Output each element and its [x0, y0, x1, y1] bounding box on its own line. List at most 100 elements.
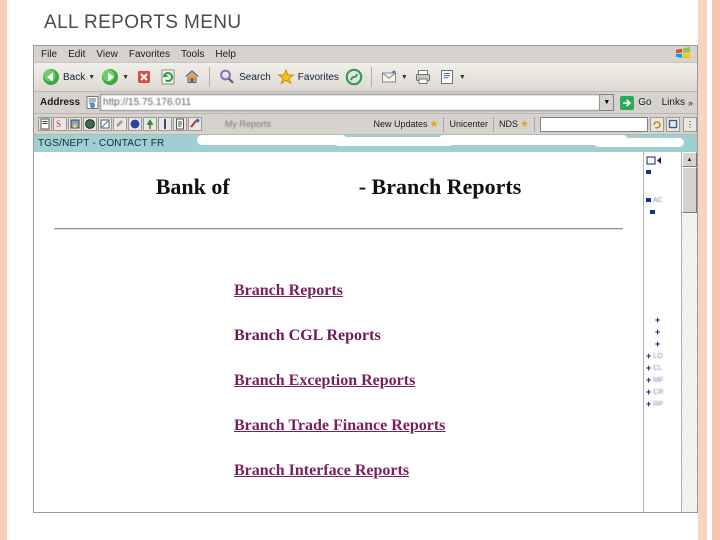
search-button-label: Search: [239, 71, 271, 83]
address-label: Address: [40, 97, 81, 108]
toolbar2-icon-6[interactable]: [113, 117, 127, 131]
new-updates-button[interactable]: New Updates ★: [373, 119, 438, 130]
redaction-block-2: [334, 137, 454, 146]
report-links-list: Branch Reports Branch CGL Reports Branch…: [34, 282, 643, 480]
mail-icon: [380, 68, 398, 86]
tree-item-label: AC: [653, 196, 663, 204]
scrollbar-thumb[interactable]: [682, 167, 697, 213]
link-branch-trade-finance-reports[interactable]: Branch Trade Finance Reports: [234, 417, 445, 435]
tree-item-4[interactable]: +: [644, 326, 681, 338]
mail-button[interactable]: ▼: [377, 65, 411, 89]
frame-stripe-left-inner: [7, 0, 12, 540]
search-icon: [218, 68, 236, 86]
tree-item-3[interactable]: +: [644, 314, 681, 326]
edit-page-button[interactable]: ▼: [435, 65, 469, 89]
toolbar2-icon-11[interactable]: [188, 117, 202, 131]
scroll-up-button[interactable]: ▲: [682, 152, 697, 167]
menu-item-file[interactable]: File: [41, 49, 57, 60]
redaction-block-4: [594, 138, 684, 147]
mail-dropdown-icon[interactable]: ▼: [401, 74, 408, 81]
unicenter-button[interactable]: Unicenter: [449, 119, 488, 129]
forward-button[interactable]: ▼: [98, 65, 132, 89]
toolbar2-icon-5[interactable]: [98, 117, 112, 131]
print-button[interactable]: [411, 65, 435, 89]
nds-label: NDS: [499, 119, 519, 129]
go-button[interactable]: Go: [619, 95, 652, 111]
media-button[interactable]: [342, 65, 366, 89]
address-dropdown-icon[interactable]: ▼: [599, 94, 615, 111]
custom-toolbar-overflow-button[interactable]: ⋮: [683, 116, 697, 132]
chevron-double-right-icon[interactable]: »: [688, 98, 693, 108]
favorites-button-label: Favorites: [297, 71, 339, 83]
edit-dropdown-icon[interactable]: ▼: [459, 74, 466, 81]
media-icon: [345, 68, 363, 86]
custom-toolbar-separator-1: [443, 116, 445, 132]
toolbar2-icon-1[interactable]: [38, 117, 52, 131]
back-button-label: Back: [63, 71, 86, 83]
link-branch-cgl-reports[interactable]: Branch CGL Reports: [234, 327, 381, 345]
forward-arrow-icon: [101, 68, 119, 86]
tree-expand-icon[interactable]: +: [646, 351, 651, 361]
link-branch-reports[interactable]: Branch Reports: [234, 282, 343, 300]
menu-item-help[interactable]: Help: [215, 49, 236, 60]
toolbar2-icon-3[interactable]: [68, 117, 82, 131]
vertical-scrollbar[interactable]: ▲ ▼: [681, 152, 697, 512]
refresh-button[interactable]: [156, 65, 180, 89]
forward-dropdown-icon[interactable]: ▼: [122, 74, 129, 81]
toolbar2-icon-9[interactable]: [158, 117, 172, 131]
tree-collapse-icon: [646, 156, 661, 165]
home-button[interactable]: [180, 65, 204, 89]
toolbar-separator-2: [370, 67, 372, 87]
tree-item-2[interactable]: [644, 206, 681, 218]
address-input[interactable]: http://15.75.176.011: [100, 94, 600, 111]
toolbar2-icon-7[interactable]: [128, 117, 142, 131]
tree-item-5[interactable]: +: [644, 338, 681, 350]
menu-bar: File Edit View Favorites Tools Help: [34, 46, 697, 63]
search-button[interactable]: Search: [215, 65, 274, 89]
browser-content-area: Bank of - Branch Reports Branch Reports …: [34, 152, 697, 512]
tree-expand-icon[interactable]: +: [655, 339, 660, 349]
menu-item-favorites[interactable]: Favorites: [129, 49, 170, 60]
stop-button[interactable]: [132, 65, 156, 89]
status-banner-text: TGS/NEPT - CONTACT FR: [38, 138, 165, 149]
menu-item-tools[interactable]: Tools: [181, 49, 204, 60]
tree-expand-icon[interactable]: +: [646, 399, 651, 409]
tree-item-8[interactable]: + MF: [644, 374, 681, 386]
favorites-button[interactable]: Favorites: [274, 65, 342, 89]
tree-item-label: RP: [653, 400, 663, 408]
toolbar2-icon-2[interactable]: S: [53, 117, 67, 131]
tree-expand-icon[interactable]: +: [655, 315, 660, 325]
scrollbar-track[interactable]: [682, 213, 697, 512]
custom-search-undo-button[interactable]: [650, 116, 664, 132]
tree-item-9[interactable]: + CR: [644, 386, 681, 398]
nds-star-icon: ★: [520, 118, 529, 130]
toolbar2-icon-4[interactable]: [83, 117, 97, 131]
tree-expand-icon[interactable]: +: [646, 375, 651, 385]
horizontal-rule: [54, 228, 623, 230]
tree-expand-icon[interactable]: +: [646, 387, 651, 397]
nds-button[interactable]: NDS ★: [499, 119, 529, 130]
tree-item-7[interactable]: + CL: [644, 362, 681, 374]
toolbar-separator-1: [209, 67, 211, 87]
link-branch-exception-reports[interactable]: Branch Exception Reports: [234, 372, 415, 390]
back-button[interactable]: Back ▼: [39, 65, 98, 89]
custom-search-go-button[interactable]: [666, 116, 680, 132]
toolbar2-icon-8[interactable]: [143, 117, 157, 131]
refresh-icon: [159, 68, 177, 86]
windows-logo-icon: [672, 46, 694, 64]
menu-item-view[interactable]: View: [96, 49, 118, 60]
tree-item-10[interactable]: + RP: [644, 398, 681, 410]
tree-bullet-icon: [646, 198, 651, 202]
tree-expand-icon[interactable]: +: [655, 327, 660, 337]
custom-search-input[interactable]: [540, 116, 648, 132]
links-button[interactable]: Links »: [662, 97, 693, 108]
tree-expand-icon[interactable]: +: [646, 363, 651, 373]
tree-item-0[interactable]: [644, 166, 681, 178]
link-branch-interface-reports[interactable]: Branch Interface Reports: [234, 462, 409, 480]
browser-toolbar: Back ▼ ▼ Search Favorites ▼ ▼: [34, 63, 697, 92]
tree-item-1[interactable]: AC: [644, 194, 681, 206]
tree-item-6[interactable]: + LO: [644, 350, 681, 362]
toolbar2-icon-10[interactable]: [173, 117, 187, 131]
menu-item-edit[interactable]: Edit: [68, 49, 85, 60]
back-dropdown-icon[interactable]: ▼: [88, 74, 95, 81]
